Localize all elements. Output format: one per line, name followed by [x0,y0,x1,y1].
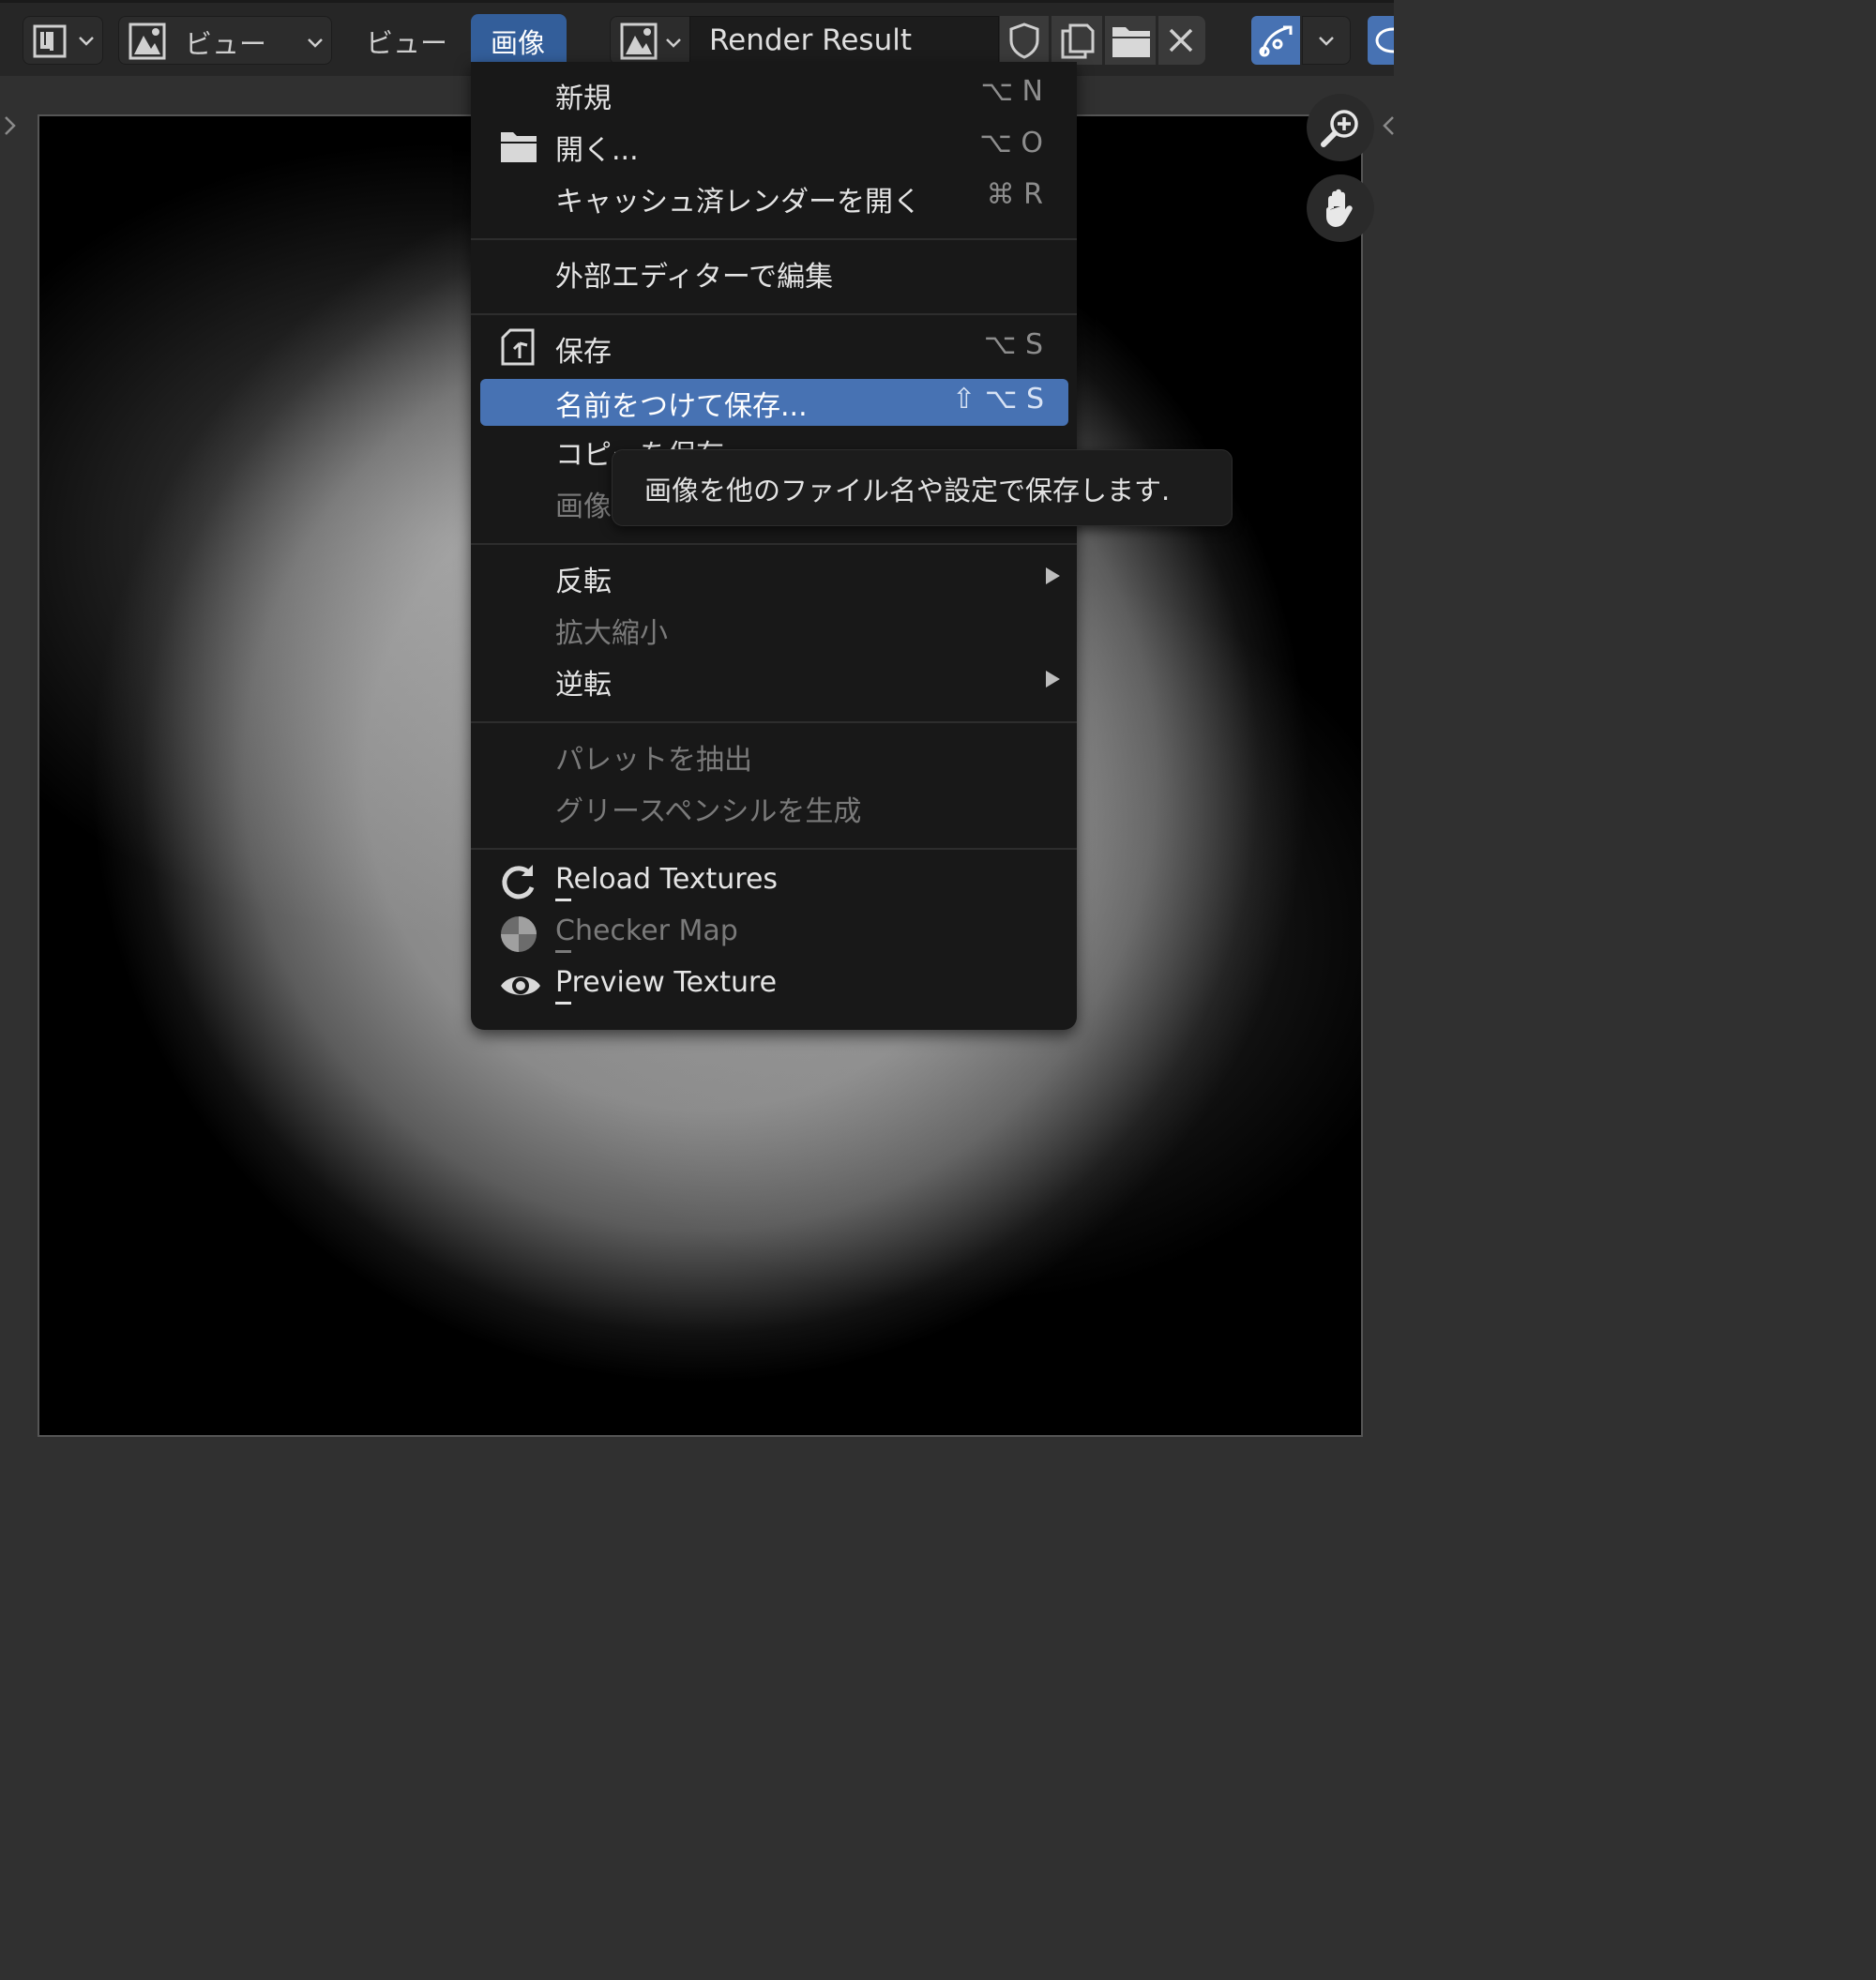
menu-separator [471,848,1077,850]
menu-item-label: 画像 [555,491,612,523]
sidebar-expand-icon[interactable] [1383,114,1394,137]
menu-separator [471,313,1077,315]
menu-item-label: Reload Textures [555,863,779,901]
uv-sync-button[interactable] [1251,16,1300,65]
reload-icon [502,865,535,899]
close-icon [1169,28,1193,53]
overlay-toggle[interactable] [1368,16,1394,65]
gizmo-icon [1259,25,1293,57]
eye-icon [501,976,540,995]
underline-mark [555,899,571,901]
image-menu-label: 画像 [491,27,546,59]
image-icon [620,23,658,60]
save-icon [501,328,535,366]
tooltip-text: 画像を他のファイル名や設定で保存します. [644,475,1171,506]
duplicate-image-button[interactable] [1051,16,1102,65]
open-image-button[interactable] [1105,16,1156,65]
chevron-down-icon [1319,37,1334,46]
menu-item-shortcut: ⇧ ⌥ S [952,383,1044,416]
toolbar-expand-icon[interactable] [2,114,19,137]
menu-item-open[interactable]: 開く... ⌥ O [471,123,1077,172]
image-icon [129,23,166,60]
checker-icon [501,916,537,952]
hand-icon [1326,189,1353,227]
image-name-field[interactable]: Render Result [689,16,999,65]
menu-item-label: 反転 [555,566,612,598]
submenu-arrow-icon [1046,671,1060,688]
folder-icon [1112,27,1150,57]
menu-item-text: Preview Texture [555,966,778,999]
image-name: Render Result [709,23,913,57]
menu-item-text: Reload Textures [555,863,779,896]
menu-item-reload-textures[interactable]: Reload Textures [471,859,1077,908]
menu-item-shortcut: ⌘ R [986,178,1043,211]
menu-item-label: キャッシュ済レンダーを開く [555,186,921,219]
chevron-down-icon [308,38,323,48]
menu-item-label: 逆転 [555,669,612,702]
menu-item-text: Checker Map [555,914,738,947]
pan-button[interactable] [1307,174,1374,242]
view-mode-label: ビュー [185,28,267,60]
menu-separator [471,543,1077,545]
view-menu[interactable]: ビュー [366,22,447,61]
menu-separator [471,238,1077,240]
menu-item-label: 名前をつけて保存... [555,390,808,423]
menu-item-label: グリースペンシルを生成 [555,795,862,828]
overlay-icon [1375,27,1394,53]
view-mode-dropdown[interactable]: ビュー [118,16,332,65]
menu-item-checker-map: Checker Map [471,911,1077,960]
menu-item-save[interactable]: 保存 ⌥ S [471,325,1077,373]
menu-item-save-as[interactable]: 名前をつけて保存... ⇧ ⌥ S [480,379,1068,426]
chevron-down-icon [666,38,681,48]
menu-separator [471,721,1077,723]
unlink-image-button[interactable] [1158,16,1205,65]
tooltip: 画像を他のファイル名や設定で保存します. [612,449,1233,526]
menu-item-flip[interactable]: 反転 [471,554,1077,603]
menu-item-label: 新規 [555,83,612,115]
zoom-button[interactable] [1307,94,1374,161]
menu-item-invert[interactable]: 逆転 [471,657,1077,706]
menu-item-shortcut: ⌥ O [979,127,1043,159]
menu-item-label: 保存 [555,336,612,369]
menu-item-open-cached-render[interactable]: キャッシュ済レンダーを開く ⌘ R [471,174,1077,223]
menu-item-label: Checker Map [555,914,738,953]
menu-item-resize: 拡大縮小 [471,606,1077,655]
menu-item-preview-texture[interactable]: Preview Texture [471,962,1077,1011]
menu-item-generate-grease-pencil: グリースペンシルを生成 [471,784,1077,833]
duplicate-icon [1061,23,1095,59]
menu-item-extract-palette: パレットを抽出 [471,733,1077,781]
zoom-in-icon [1321,110,1358,147]
menu-item-label: 開く... [555,134,639,167]
underline-mark [555,950,571,953]
image-menu-dropdown: 新規 ⌥ N 開く... ⌥ O キャッシュ済レンダーを開く ⌘ R 外部エディ… [471,62,1077,1030]
browse-image-button[interactable] [610,16,690,65]
menu-item-shortcut: ⌥ S [983,328,1043,361]
menu-item-new[interactable]: 新規 ⌥ N [471,71,1077,120]
menu-item-label: Preview Texture [555,966,778,1005]
underline-mark [555,1002,571,1005]
gizmo-dropdown[interactable] [1302,16,1351,65]
submenu-arrow-icon [1046,567,1060,584]
menu-item-edit-externally[interactable]: 外部エディターで編集 [471,249,1077,298]
uv-editor-icon [33,24,67,58]
menu-item-shortcut: ⌥ N [980,75,1043,108]
chevron-down-icon [79,37,94,46]
folder-icon [501,132,537,162]
image-menu[interactable]: 画像 [471,14,567,67]
fake-user-button[interactable] [1000,16,1049,65]
menu-item-label: 拡大縮小 [555,617,668,650]
editor-type-selector[interactable] [23,16,103,65]
shield-icon [1009,23,1039,59]
menu-item-label: 外部エディターで編集 [555,261,834,294]
menu-item-label: パレットを抽出 [555,744,752,777]
